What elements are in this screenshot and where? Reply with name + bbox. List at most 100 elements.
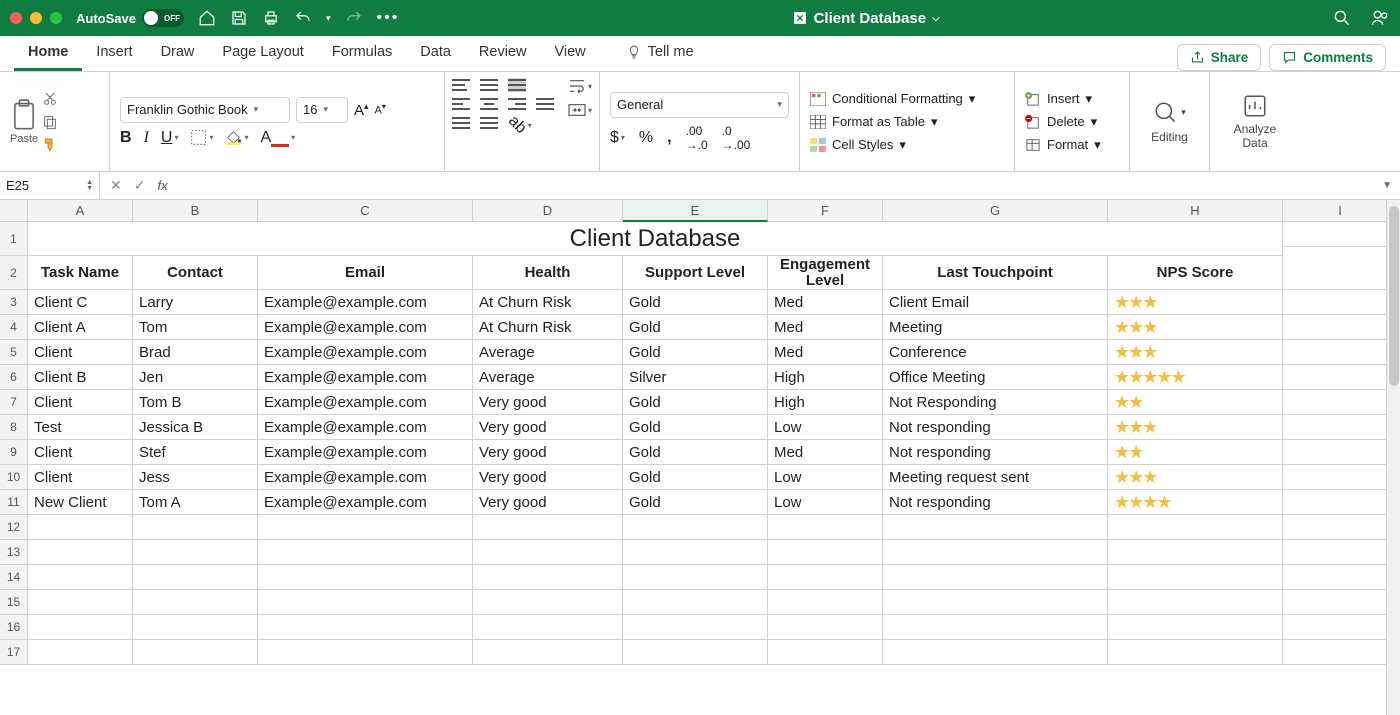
increase-indent-icon[interactable] xyxy=(480,116,498,130)
cell-health[interactable]: Very good xyxy=(473,390,623,415)
cell[interactable] xyxy=(883,615,1108,640)
row-header[interactable]: 9 xyxy=(0,440,28,465)
cell-email[interactable]: Example@example.com xyxy=(258,290,473,315)
percent-format-button[interactable]: % xyxy=(639,129,653,147)
cell[interactable] xyxy=(623,565,768,590)
number-format-select[interactable]: General▾ xyxy=(610,92,789,118)
cell-email[interactable]: Example@example.com xyxy=(258,440,473,465)
cell-touchpoint[interactable]: Not responding xyxy=(883,490,1108,515)
format-painter-icon[interactable] xyxy=(42,137,58,153)
cell-task[interactable]: Client xyxy=(28,340,133,365)
col-header-E[interactable]: E xyxy=(623,200,768,222)
cell[interactable] xyxy=(1283,590,1398,615)
row-header[interactable]: 16 xyxy=(0,615,28,640)
cell-nps[interactable]: ★★★ xyxy=(1108,315,1283,340)
document-title[interactable]: Client Database ⌵ xyxy=(399,10,1332,27)
paste-button[interactable]: Paste xyxy=(10,99,38,145)
row-header[interactable]: 14 xyxy=(0,565,28,590)
cell[interactable] xyxy=(768,565,883,590)
more-commands-icon[interactable]: ••• xyxy=(377,9,400,27)
vertical-scrollbar[interactable] xyxy=(1386,200,1400,715)
cell-touchpoint[interactable]: Not responding xyxy=(883,415,1108,440)
cell-engagement[interactable]: Low xyxy=(768,490,883,515)
cell-support[interactable]: Gold xyxy=(623,465,768,490)
cell-nps[interactable]: ★★★ xyxy=(1108,340,1283,365)
cell[interactable] xyxy=(28,640,133,665)
select-all-corner[interactable] xyxy=(0,200,28,222)
fx-icon[interactable]: fx xyxy=(157,178,167,193)
tab-view[interactable]: View xyxy=(540,36,599,71)
undo-dropdown-icon[interactable]: ▾ xyxy=(326,13,331,24)
cell[interactable] xyxy=(1283,615,1398,640)
cell[interactable] xyxy=(883,640,1108,665)
cancel-formula-icon[interactable]: ✕ xyxy=(110,177,122,194)
cell[interactable] xyxy=(473,640,623,665)
cell-engagement[interactable]: Med xyxy=(768,290,883,315)
cell[interactable] xyxy=(768,640,883,665)
cell[interactable] xyxy=(1108,540,1283,565)
cell-email[interactable]: Example@example.com xyxy=(258,465,473,490)
cell-email[interactable]: Example@example.com xyxy=(258,415,473,440)
cell-support[interactable]: Gold xyxy=(623,315,768,340)
row-header[interactable]: 13 xyxy=(0,540,28,565)
cell[interactable] xyxy=(28,565,133,590)
cell-nps[interactable]: ★★★ xyxy=(1108,415,1283,440)
cell-engagement[interactable]: High xyxy=(768,365,883,390)
cell[interactable] xyxy=(1283,340,1398,365)
cell-contact[interactable]: Stef xyxy=(133,440,258,465)
cell-styles-button[interactable]: Cell Styles▾ xyxy=(810,137,1004,153)
cell[interactable] xyxy=(768,540,883,565)
cell[interactable] xyxy=(883,565,1108,590)
align-middle-icon[interactable] xyxy=(480,78,498,92)
copy-icon[interactable] xyxy=(42,114,58,130)
worksheet[interactable]: ABCDEFGHI 1Client Database2Task NameCont… xyxy=(0,200,1400,715)
cell[interactable] xyxy=(1283,565,1398,590)
comments-button[interactable]: Comments xyxy=(1269,44,1386,71)
cell-engagement[interactable]: Low xyxy=(768,465,883,490)
format-cells-button[interactable]: Format▾ xyxy=(1025,137,1119,153)
row-header[interactable]: 5 xyxy=(0,340,28,365)
cell[interactable] xyxy=(473,590,623,615)
print-icon[interactable] xyxy=(262,9,280,27)
cell[interactable] xyxy=(133,565,258,590)
cell-health[interactable]: Average xyxy=(473,365,623,390)
cell[interactable] xyxy=(133,615,258,640)
cell-nps[interactable]: ★★★ xyxy=(1108,465,1283,490)
row-header[interactable]: 3 xyxy=(0,290,28,315)
row-header[interactable]: 1 xyxy=(0,222,28,256)
cell-task[interactable]: New Client xyxy=(28,490,133,515)
home-icon[interactable] xyxy=(198,9,216,27)
cell-engagement[interactable]: Low xyxy=(768,415,883,440)
increase-decimal-button[interactable]: .00→.0 xyxy=(686,124,708,152)
comma-format-button[interactable]: , xyxy=(667,129,671,147)
tab-insert[interactable]: Insert xyxy=(82,36,146,71)
cut-icon[interactable] xyxy=(42,91,58,107)
accounting-format-button[interactable]: $▾ xyxy=(610,129,625,147)
cell[interactable] xyxy=(1283,290,1398,315)
cell-engagement[interactable]: Med xyxy=(768,315,883,340)
cell-touchpoint[interactable]: Meeting request sent xyxy=(883,465,1108,490)
cell-task[interactable]: Client xyxy=(28,465,133,490)
cell-touchpoint[interactable]: Meeting xyxy=(883,315,1108,340)
cell[interactable] xyxy=(1283,256,1398,290)
chevron-down-icon[interactable]: ⌵ xyxy=(932,13,940,24)
merge-center-button[interactable]: ▾ xyxy=(568,102,592,118)
col-header-I[interactable]: I xyxy=(1283,200,1398,222)
cell[interactable] xyxy=(883,540,1108,565)
autosave-switch[interactable]: OFF xyxy=(142,9,184,27)
row-header[interactable]: 11 xyxy=(0,490,28,515)
table-header[interactable]: Task Name xyxy=(28,256,133,290)
cell[interactable] xyxy=(133,540,258,565)
cell[interactable] xyxy=(1108,615,1283,640)
conditional-formatting-button[interactable]: Conditional Formatting▾ xyxy=(810,91,1004,107)
cell[interactable] xyxy=(883,590,1108,615)
align-top-icon[interactable] xyxy=(452,78,470,92)
cell-engagement[interactable]: High xyxy=(768,390,883,415)
cell-task[interactable]: Client B xyxy=(28,365,133,390)
close-window-icon[interactable] xyxy=(10,12,22,24)
tab-formulas[interactable]: Formulas xyxy=(318,36,406,71)
tab-data[interactable]: Data xyxy=(406,36,465,71)
underline-button[interactable]: U▾ xyxy=(161,129,179,147)
cell[interactable] xyxy=(768,590,883,615)
cell[interactable] xyxy=(28,615,133,640)
